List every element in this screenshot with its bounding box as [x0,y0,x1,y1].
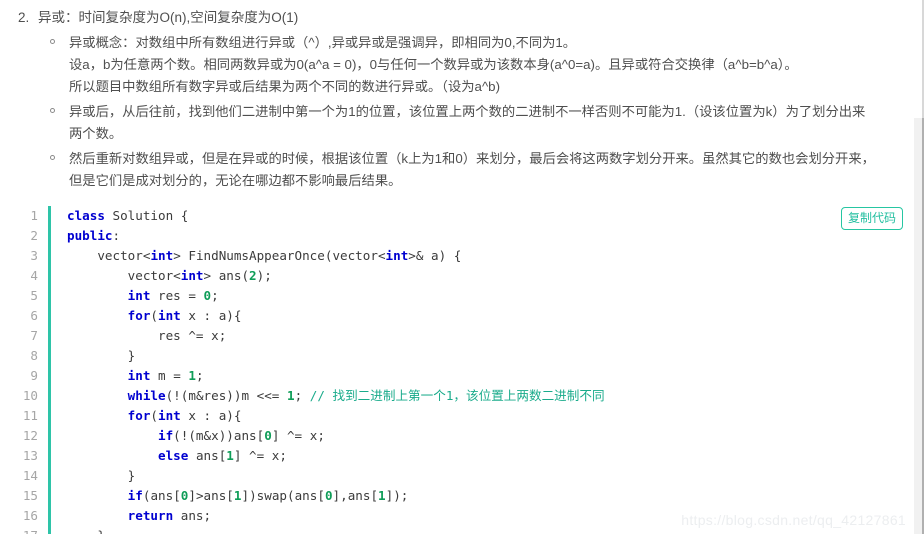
code-line: else ans[1] ^= x; [158,448,287,463]
ordered-list-item-2: 2. 异或：时间复杂度为O(n),空间复杂度为O(1) 异或概念：对数组中所有数… [14,7,902,192]
line-number-gutter: 123456789101112131415161718 [18,206,48,534]
circle-bullet-icon [50,108,55,113]
article-page: 2. 异或：时间复杂度为O(n),空间复杂度为O(1) 异或概念：对数组中所有数… [0,0,924,534]
code-line: } [67,348,136,363]
outline-heading: 异或：时间复杂度为O(n),空间复杂度为O(1) [38,10,299,25]
code-line: class Solution { [67,208,189,223]
line-number: 15 [22,488,38,503]
code-line: if(ans[0]>ans[1])swap(ans[0],ans[1]); [127,488,409,503]
sub-bullet-list: 异或概念：对数组中所有数组进行异或（^）,异或异或是强调异，即相同为0,不同为1… [38,32,902,192]
line-number: 17 [18,526,38,534]
list-item-line: 但是它们是成对划分的，无论在哪边都不影响最后结果。 [69,173,402,188]
list-item: 异或后，从后往前，找到他们二进制中第一个为1的位置，该位置上两个数的二进制不一样… [38,101,902,145]
circle-bullet-icon [50,39,55,44]
list-item-line: 异或概念：对数组中所有数组进行异或（^）,异或异或是强调异，即相同为0,不同为1… [69,35,577,50]
list-item-line: 异或后，从后往前，找到他们二进制中第一个为1的位置，该位置上两个数的二进制不一样… [69,104,866,119]
scrollbar-lower-track[interactable] [914,118,924,534]
line-number: 3 [30,248,38,263]
line-number: 16 [22,508,38,523]
watermark: https://blog.csdn.net/qq_42127861 [681,512,906,528]
code-line: if(!(m&x))ans[0] ^= x; [158,428,325,443]
line-number: 1 [30,208,38,223]
code-line: int res = 0; [127,288,219,303]
line-number: 4 [30,268,38,283]
line-number: 10 [22,388,38,403]
code-line: int m = 1; [127,368,204,383]
line-number: 5 [30,288,38,303]
circle-bullet-icon [50,155,55,160]
line-number: 8 [30,348,38,363]
list-item-line: 设a，b为任意两个数。相同两数异或为0(a^a = 0)，0与任何一个数异或为该… [69,57,798,72]
line-number: 12 [22,428,38,443]
code-body: 123456789101112131415161718 class Soluti… [18,202,910,534]
vertical-scrollbar[interactable] [914,0,924,534]
code-line: while(!(m&res))m <<= 1; // 找到二进制上第一个1，该位… [127,388,605,403]
line-number: 11 [22,408,38,423]
ordered-list-marker: 2. [18,10,30,25]
code-line: for(int x : a){ [127,408,242,423]
outline-section: 2. 异或：时间复杂度为O(n),空间复杂度为O(1) 异或概念：对数组中所有数… [0,0,924,192]
list-item: 然后重新对数组异或，但是在异或的时候，根据该位置（k上为1和0）来划分，最后会将… [38,148,902,192]
line-number: 2 [30,228,38,243]
list-item: 异或概念：对数组中所有数组进行异或（^）,异或异或是强调异，即相同为0,不同为1… [38,32,902,98]
scrollbar-thumb[interactable] [914,0,924,118]
code-line: for(int x : a){ [127,308,242,323]
line-number: 9 [30,368,38,383]
line-number: 6 [30,308,38,323]
code-line: vector<int> FindNumsAppearOnce(vector<in… [97,248,462,263]
line-number: 13 [22,448,38,463]
code-line: vector<int> ans(2); [127,268,272,283]
code-content[interactable]: class Solution { public: vector<int> Find… [67,206,910,534]
line-number: 14 [22,468,38,483]
gutter-divider [48,206,51,534]
list-item-line: 两个数。 [69,126,123,141]
copy-code-button[interactable]: 复制代码 [840,207,903,230]
code-line: res ^= x; [158,328,227,343]
line-number: 7 [30,328,38,343]
code-block: 复制代码 123456789101112131415161718 class S… [18,202,910,534]
list-item-line: 所以题目中数组所有数字异或后结果为两个不同的数进行异或。（设为a^b) [69,79,501,94]
code-line: public: [67,228,121,243]
code-line: } [67,468,136,483]
list-item-line: 然后重新对数组异或，但是在异或的时候，根据该位置（k上为1和0）来划分，最后会将… [69,151,875,166]
